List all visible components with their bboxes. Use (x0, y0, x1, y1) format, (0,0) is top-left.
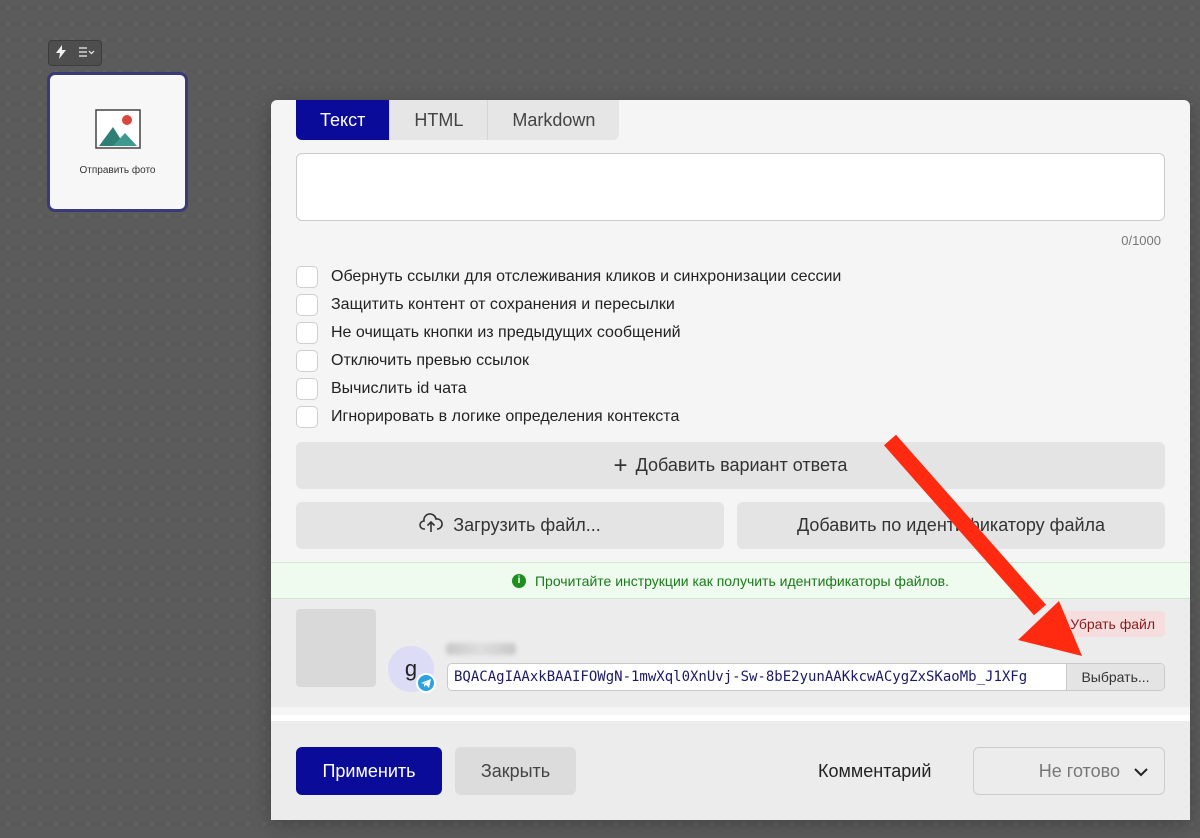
option-disable-preview[interactable]: Отключить превью ссылок (296, 347, 841, 375)
checkbox[interactable] (296, 294, 318, 316)
attached-file: Убрать файл g BQACAgIAAxkBAAIFOWgN-1mwXq… (271, 599, 1190, 707)
file-id-input[interactable]: BQACAgIAAxkBAAIFOWgN-1mwXql0XnUvj-Sw-8bE… (448, 664, 1066, 690)
upload-file-button[interactable]: Загрузить файл... (296, 502, 724, 549)
add-answer-button[interactable]: + Добавить вариант ответа (296, 442, 1165, 489)
checkbox-label: Отключить превью ссылок (331, 352, 529, 369)
character-counter: 0/1000 (1121, 233, 1161, 248)
checkbox-label: Игнорировать в логике определения контек… (331, 408, 680, 425)
node-label: Отправить фото (79, 164, 156, 176)
add-by-file-id-button[interactable]: Добавить по идентификатору файла (737, 502, 1165, 549)
checkbox[interactable] (296, 350, 318, 372)
apply-button[interactable]: Применить (296, 747, 442, 795)
modal-footer: Применить Закрыть Комментарий Не готово (271, 721, 1190, 820)
choose-button[interactable]: Выбрать... (1066, 664, 1164, 690)
close-button[interactable]: Закрыть (455, 747, 576, 795)
option-wrap-links[interactable]: Обернуть ссылки для отслеживания кликов … (296, 263, 841, 291)
options-checklist: Обернуть ссылки для отслеживания кликов … (296, 263, 841, 431)
blurred-bot-name (446, 643, 516, 655)
checkbox[interactable] (296, 322, 318, 344)
option-compute-chat-id[interactable]: Вычислить id чата (296, 375, 841, 403)
file-thumbnail (296, 609, 376, 687)
checkbox-label: Защитить контент от сохранения и пересыл… (331, 296, 675, 313)
checkbox[interactable] (296, 406, 318, 428)
format-tabs: Текст HTML Markdown (296, 100, 620, 140)
node-toolbar (48, 40, 102, 66)
message-settings-modal: Текст HTML Markdown 0/1000 Обернуть ссыл… (271, 100, 1190, 820)
add-by-file-id-label: Добавить по идентификатору файла (796, 515, 1106, 535)
checkbox-label: Обернуть ссылки для отслеживания кликов … (331, 268, 842, 285)
tab-html[interactable]: HTML (390, 100, 489, 140)
telegram-icon (416, 673, 436, 693)
plus-icon: + (613, 451, 628, 479)
tab-markdown[interactable]: Markdown (488, 100, 620, 140)
checkbox[interactable] (296, 266, 318, 288)
status-value: Не готово (1038, 760, 1120, 781)
file-id-field: BQACAgIAAxkBAAIFOWgN-1mwXql0XnUvj-Sw-8bE… (447, 663, 1165, 691)
checkbox-label: Не очищать кнопки из предыдущих сообщени… (331, 324, 681, 341)
option-protect-content[interactable]: Защитить контент от сохранения и пересыл… (296, 291, 841, 319)
info-icon: i (511, 573, 526, 588)
checkbox-label: Вычислить id чата (331, 380, 467, 397)
info-link[interactable]: Прочитайте инструкции как получить идент… (535, 573, 949, 589)
checkbox[interactable] (296, 378, 318, 400)
file-actions: Загрузить файл... Добавить по идентифика… (296, 502, 1165, 549)
option-keep-buttons[interactable]: Не очищать кнопки из предыдущих сообщени… (296, 319, 841, 347)
comment-button[interactable]: Комментарий (818, 747, 931, 795)
message-text-input[interactable] (296, 153, 1165, 221)
list-menu-icon[interactable] (79, 46, 95, 60)
add-answer-label: Добавить вариант ответа (635, 455, 848, 475)
bolt-icon[interactable] (55, 44, 67, 62)
option-ignore-context[interactable]: Игнорировать в логике определения контек… (296, 403, 841, 431)
chevron-down-icon (1120, 761, 1148, 782)
remove-file-button[interactable]: Убрать файл (1060, 611, 1165, 637)
status-select[interactable]: Не готово (973, 747, 1165, 795)
info-banner: i Прочитайте инструкции как получить иде… (271, 562, 1190, 599)
send-photo-node[interactable]: Отправить фото (47, 72, 188, 212)
upload-file-label: Загрузить файл... (453, 515, 601, 535)
cloud-upload-icon (419, 513, 453, 538)
image-icon (94, 108, 141, 153)
tab-text[interactable]: Текст (296, 100, 391, 140)
